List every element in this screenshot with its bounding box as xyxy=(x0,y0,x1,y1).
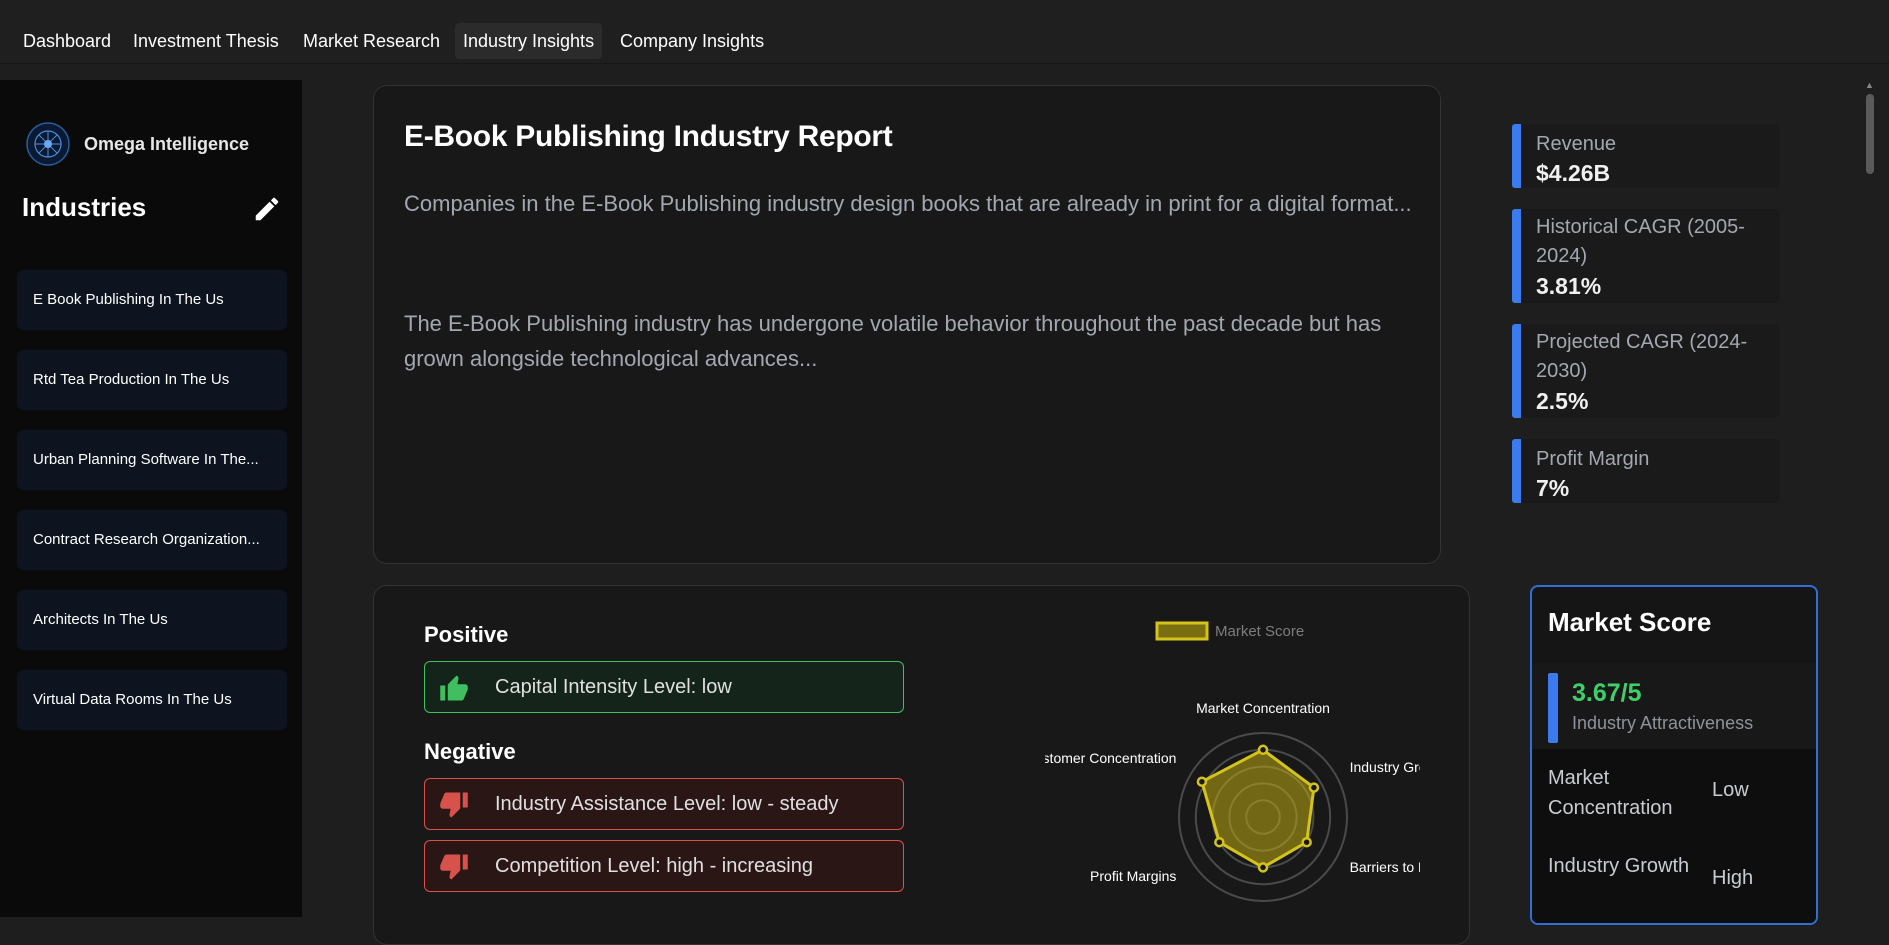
thumbs-up-icon xyxy=(440,675,468,701)
sidebar-item-ebook-publishing[interactable]: E Book Publishing In The Us xyxy=(17,270,287,330)
stat-value: 3.81% xyxy=(1536,273,1602,299)
factor-text: Industry Assistance Level: low - steady xyxy=(495,793,839,815)
data-point xyxy=(1257,744,1269,756)
sidebar: Omega Intelligence Industries E Book Pub… xyxy=(0,80,302,917)
market-score-title: Market Score xyxy=(1548,607,1712,637)
stat-value: $4.26B xyxy=(1536,160,1611,186)
tab-market-research[interactable]: Market Research xyxy=(295,23,448,59)
stat-projected-cagr: Projected CAGR (2024-2030) 2.5% xyxy=(1512,324,1780,418)
brand-name: Omega Intelligence xyxy=(84,134,250,154)
positive-heading: Positive xyxy=(424,622,509,647)
axis-label: Industry Growth xyxy=(1350,759,1420,775)
report-title: E-Book Publishing Industry Report xyxy=(404,120,893,153)
scrollbar-thumb[interactable] xyxy=(1866,94,1874,174)
axis-label: Barriers to Entry xyxy=(1350,859,1420,875)
positive-factor: Capital Intensity Level: low xyxy=(424,661,904,713)
market-score-radar-chart: Market Score Market Concentration Industry… xyxy=(1045,621,1420,902)
tab-industry-insights[interactable]: Industry Insights xyxy=(455,23,603,59)
sidebar-item-rtd-tea[interactable]: Rtd Tea Production In The Us xyxy=(17,350,287,410)
scroll-up-arrow-icon[interactable]: ▲ xyxy=(1865,80,1874,90)
market-score-value: 3.67/5 xyxy=(1572,679,1642,707)
factor-text: Capital Intensity Level: low xyxy=(495,676,732,698)
sidebar-item-contract-research[interactable]: Contract Research Organization... xyxy=(17,510,287,570)
data-point xyxy=(1301,836,1312,848)
report-card: E-Book Publishing Industry Report Compan… xyxy=(373,85,1441,564)
stat-accent-bar xyxy=(1512,324,1521,418)
thumbs-down-icon xyxy=(440,792,468,818)
negative-factor: Industry Assistance Level: low - steady xyxy=(424,778,904,830)
stat-label: Historical CAGR (2005-2024) xyxy=(1536,216,1745,267)
stat-profit-margin: Profit Margin 7% xyxy=(1512,439,1780,503)
stat-value: 2.5% xyxy=(1536,388,1589,414)
report-description: Companies in the E-Book Publishing indus… xyxy=(404,191,1412,216)
axis-label: Market Concentration xyxy=(1196,700,1330,716)
axis-label: Customer Concentration xyxy=(1045,750,1176,766)
negative-heading: Negative xyxy=(424,739,516,764)
score-row-value: Low xyxy=(1712,779,1749,801)
data-point xyxy=(1214,836,1225,848)
edit-pencil-icon[interactable] xyxy=(252,194,282,224)
data-point xyxy=(1196,776,1208,787)
tab-dashboard[interactable]: Dashboard xyxy=(15,23,119,59)
market-score-panel: Market Score 3.67/5 Industry Attractiven… xyxy=(1530,585,1818,925)
score-row-key: Industry Growth xyxy=(1548,855,1690,877)
stat-accent-bar xyxy=(1512,124,1521,188)
stat-revenue: Revenue $4.26B xyxy=(1512,124,1780,188)
score-row-value: High xyxy=(1712,867,1754,889)
market-score-summary: 3.67/5 Industry Attractiveness xyxy=(1532,663,1816,749)
stat-label: Projected CAGR (2024-2030) xyxy=(1536,331,1748,382)
stats-panel: Revenue $4.26B Historical CAGR (2005-202… xyxy=(1504,116,1780,556)
thumbs-down-icon xyxy=(440,854,468,880)
stat-historical-cagr: Historical CAGR (2005-2024) 3.81% xyxy=(1512,209,1780,303)
data-point xyxy=(1308,782,1320,793)
stat-value: 7% xyxy=(1536,475,1570,501)
legend-label: Market Score xyxy=(1215,623,1304,640)
vertical-scrollbar[interactable]: ▲ xyxy=(1862,80,1889,917)
score-accent-bar xyxy=(1548,673,1558,743)
score-row-market-concentration: Market Concentration Low xyxy=(1532,749,1816,837)
factor-text: Competition Level: high - increasing xyxy=(495,855,813,877)
data-point xyxy=(1257,862,1269,873)
sidebar-item-urban-planning[interactable]: Urban Planning Software In The... xyxy=(17,430,287,490)
brand-logo-icon xyxy=(26,122,70,166)
market-score-subtitle: Industry Attractiveness xyxy=(1572,713,1754,733)
stat-accent-bar xyxy=(1512,209,1521,303)
score-row-industry-growth: Industry Growth High xyxy=(1532,837,1816,923)
sidebar-item-virtual-data-rooms[interactable]: Virtual Data Rooms In The Us xyxy=(17,670,287,730)
stat-accent-bar xyxy=(1512,439,1521,503)
stat-label: Revenue xyxy=(1536,133,1617,155)
sidebar-title: Industries xyxy=(22,192,147,222)
negative-factor: Competition Level: high - increasing xyxy=(424,840,904,892)
legend-swatch xyxy=(1155,621,1209,641)
tab-investment-thesis[interactable]: Investment Thesis xyxy=(125,23,287,59)
stat-label: Profit Margin xyxy=(1536,448,1650,470)
tab-company-insights[interactable]: Company Insights xyxy=(612,23,772,59)
top-navigation: Dashboard Investment Thesis Market Resea… xyxy=(0,0,1889,64)
axis-label: Profit Margins xyxy=(1090,868,1176,884)
sidebar-item-architects[interactable]: Architects In The Us xyxy=(17,590,287,650)
score-row-key: Market Concentration xyxy=(1548,767,1673,819)
report-summary: The E-Book Publishing industry has under… xyxy=(404,311,1382,371)
